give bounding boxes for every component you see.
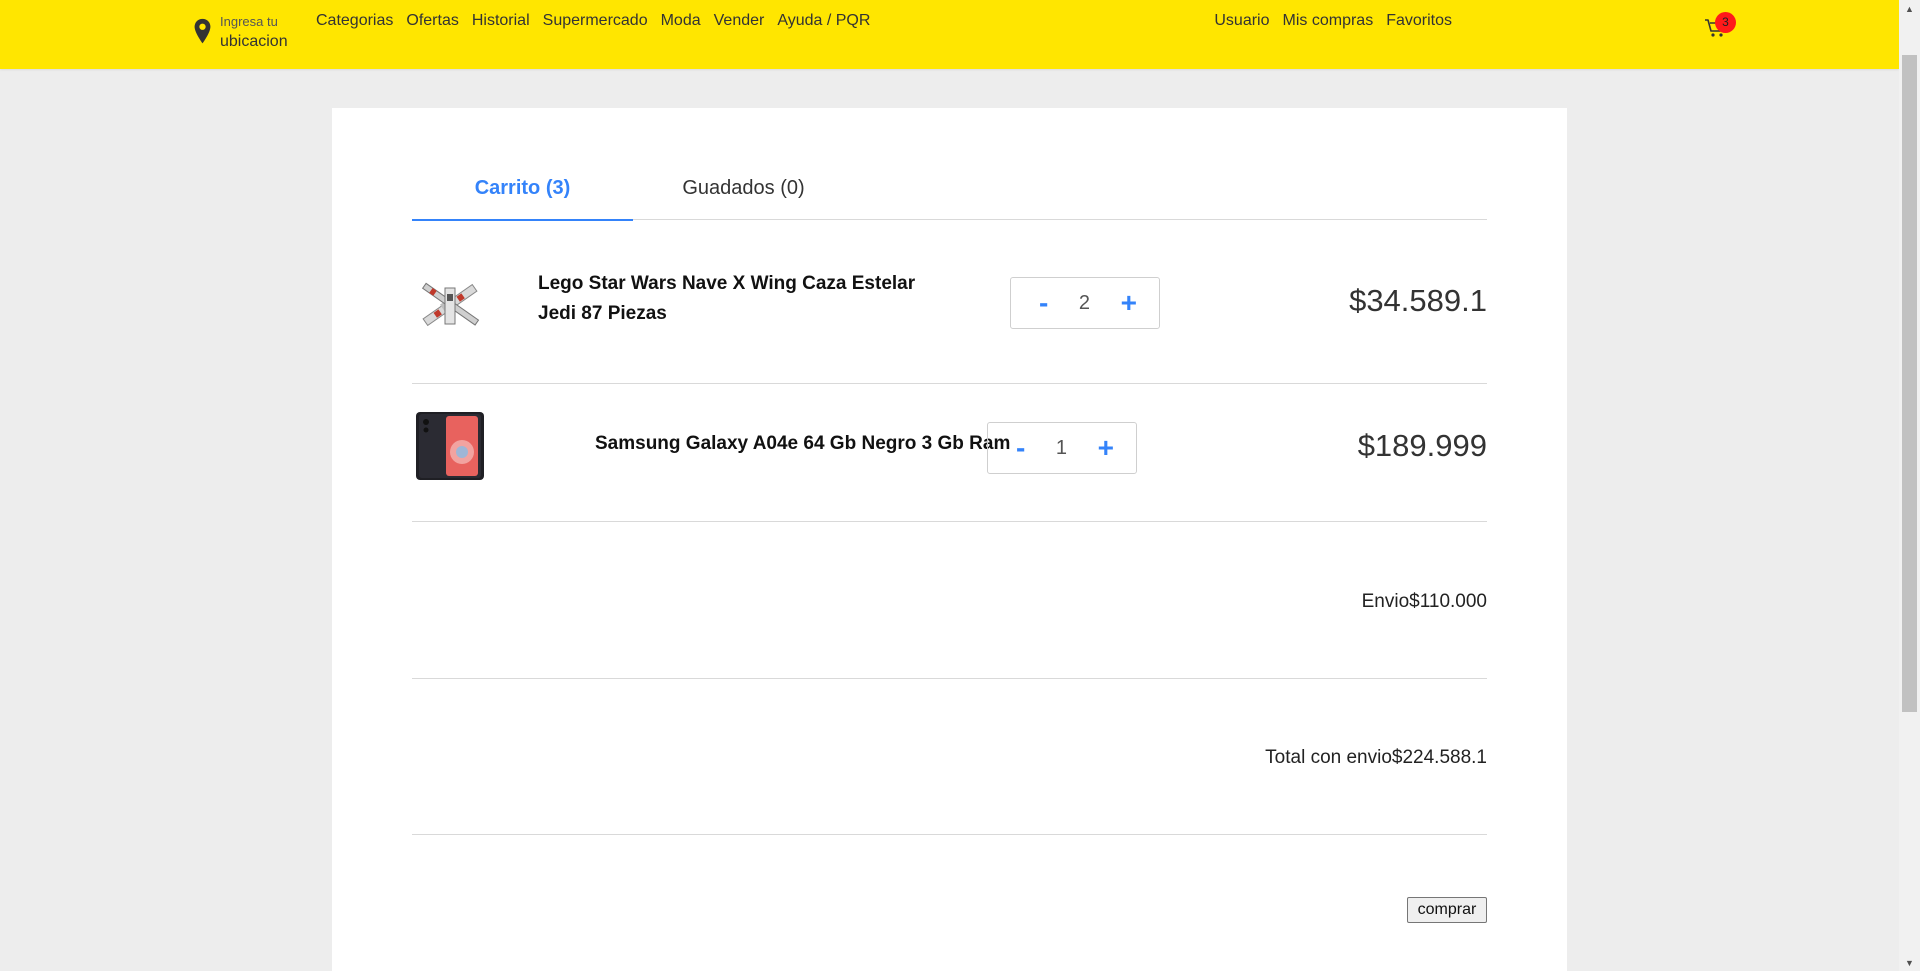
tab-guardados[interactable]: Guadados (0) — [633, 168, 854, 220]
buy-button[interactable]: comprar — [1407, 897, 1487, 923]
nav-categorias[interactable]: Categorias — [316, 12, 393, 30]
location-hint: Ingresa tu — [220, 14, 278, 29]
main-nav: Categorias Ofertas Historial Supermercad… — [316, 12, 870, 30]
cart-button[interactable]: 3 — [1704, 12, 1736, 42]
location-selector[interactable]: Ingresa tu ubicacion — [193, 12, 288, 52]
item-title[interactable]: Lego Star Wars Nave X Wing Caza Estelar … — [538, 269, 918, 329]
shipping-row: Envio$110.000 — [412, 522, 1487, 679]
nav-ayuda[interactable]: Ayuda / PQR — [777, 12, 870, 30]
vertical-scrollbar[interactable]: ▲ ▼ — [1899, 0, 1920, 971]
nav-vender[interactable]: Vender — [714, 12, 765, 30]
increase-quantity-button[interactable]: + — [1098, 434, 1114, 462]
scroll-down-arrow-icon[interactable]: ▼ — [1899, 954, 1920, 971]
quantity-stepper: - 2 + — [1010, 277, 1160, 329]
shipping-cost: Envio$110.000 — [1361, 591, 1487, 612]
decrease-quantity-button[interactable]: - — [1039, 289, 1048, 317]
nav-mis-compras[interactable]: Mis compras — [1283, 12, 1374, 30]
nav-usuario[interactable]: Usuario — [1214, 12, 1269, 30]
cart-item: Samsung Galaxy A04e 64 Gb Negro 3 Gb Ram… — [412, 384, 1487, 522]
samsung-phone-image — [416, 412, 484, 480]
nav-ofertas[interactable]: Ofertas — [406, 12, 458, 30]
quantity-stepper: - 1 + — [987, 422, 1137, 474]
user-nav: Usuario Mis compras Favoritos — [1214, 12, 1452, 30]
tab-carrito[interactable]: Carrito (3) — [412, 168, 633, 221]
scroll-up-arrow-icon[interactable]: ▲ — [1899, 0, 1920, 17]
decrease-quantity-button[interactable]: - — [1016, 434, 1025, 462]
item-title[interactable]: Samsung Galaxy A04e 64 Gb Negro 3 Gb Ram — [595, 429, 1010, 459]
nav-moda[interactable]: Moda — [661, 12, 701, 30]
increase-quantity-button[interactable]: + — [1121, 289, 1137, 317]
item-price: $189.999 — [1357, 428, 1487, 463]
cart-item: Lego Star Wars Nave X Wing Caza Estelar … — [412, 221, 1487, 384]
quantity-value: 1 — [1055, 436, 1068, 459]
item-price: $34.589.1 — [1349, 283, 1487, 318]
cart-count-badge: 3 — [1715, 12, 1736, 33]
top-header: Ingresa tu ubicacion Categorias Ofertas … — [0, 0, 1899, 69]
location-pin-icon — [194, 18, 211, 44]
quantity-value: 2 — [1078, 291, 1091, 314]
cart-tabs: Carrito (3) Guadados (0) — [412, 168, 1487, 221]
nav-supermercado[interactable]: Supermercado — [543, 12, 648, 30]
cart-panel: Carrito (3) Guadados (0) Lego Star Wars … — [332, 108, 1567, 971]
nav-favoritos[interactable]: Favoritos — [1386, 12, 1452, 30]
x-wing-lego-image — [412, 268, 488, 342]
location-label: ubicacion — [220, 33, 288, 50]
nav-historial[interactable]: Historial — [472, 12, 530, 30]
total-with-shipping: Total con envio$224.588.1 — [1265, 747, 1487, 768]
scroll-thumb[interactable] — [1902, 55, 1917, 712]
total-row: Total con envio$224.588.1 — [412, 679, 1487, 835]
